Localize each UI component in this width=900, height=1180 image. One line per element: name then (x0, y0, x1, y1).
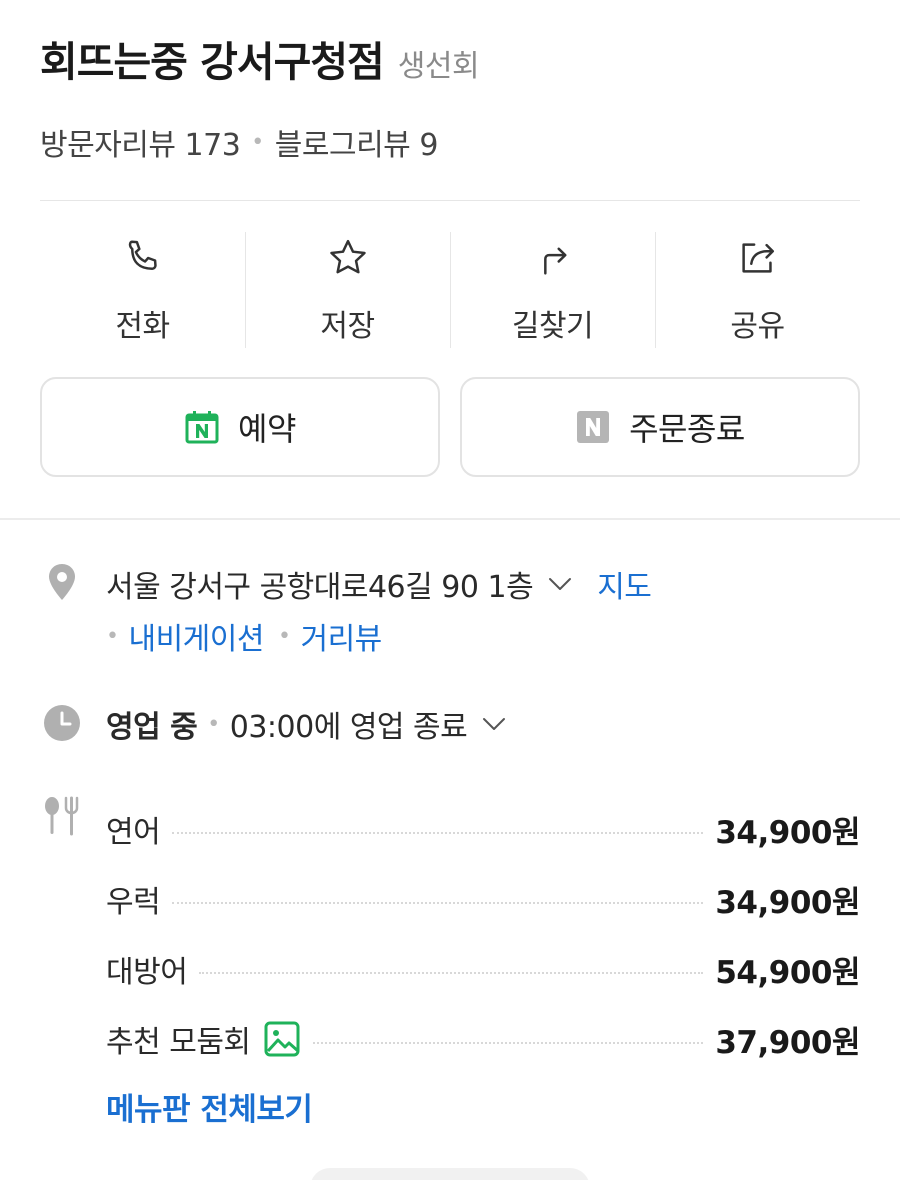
location-pin-icon (49, 564, 75, 600)
save-button[interactable]: 저장 (245, 232, 450, 348)
place-header: 회뜨는중 강서구청점 생선회 방문자리뷰 173 • 블로그리뷰 9 (40, 28, 860, 164)
navigation-link[interactable]: 내비게이션 (128, 614, 264, 658)
place-name: 회뜨는중 강서구청점 (40, 38, 385, 86)
separator-dot: • (251, 129, 264, 155)
menu-section: 연어 34,900원 우럭 34,900원 대방어 54,900원 추천 모둠회 (40, 794, 860, 1129)
call-button[interactable]: 전화 (40, 232, 245, 348)
action-label-call: 전화 (115, 309, 170, 344)
reserve-button[interactable]: 예약 (40, 377, 440, 477)
hours-toggle[interactable]: 영업 중 • 03:00에 영업 종료 (106, 702, 531, 746)
menu-item-price: 34,900원 (715, 884, 860, 921)
action-label-directions: 길찾기 (511, 309, 594, 344)
menu-item[interactable]: 대방어 54,900원 (106, 934, 860, 1004)
dotted-leader (312, 1042, 704, 1044)
separator-dot: • (207, 711, 220, 737)
naver-order-icon (577, 411, 610, 443)
cutlery-icon (45, 796, 79, 836)
divider (40, 200, 860, 201)
reserve-label: 예약 (238, 410, 296, 448)
menu-item-name: 추천 모둠회 (106, 1025, 251, 1060)
streetview-link[interactable]: 거리뷰 (300, 614, 382, 658)
menu-item[interactable]: 연어 34,900원 (106, 794, 860, 864)
action-label-save: 저장 (320, 309, 375, 344)
action-bar: 전화 저장 길찾기 공유 (40, 232, 860, 348)
menu-item-price: 54,900원 (715, 954, 860, 991)
directions-icon (543, 247, 567, 275)
menu-item-name-wrap: 추천 모둠회 (106, 1017, 301, 1061)
phone-icon (128, 240, 157, 270)
dotted-leader (199, 972, 704, 974)
directions-button[interactable]: 길찾기 (450, 232, 655, 348)
menu-item-name: 연어 (106, 815, 161, 850)
more-info-pill[interactable] (310, 1168, 590, 1180)
separator-dot: • (277, 623, 291, 649)
menu-item-name: 대방어 (106, 955, 188, 990)
open-status: 영업 중 (106, 710, 198, 745)
dotted-leader (172, 832, 704, 834)
blog-reviews-link[interactable]: 블로그리뷰 9 (275, 120, 439, 164)
menu-item-price: 37,900원 (715, 1024, 860, 1061)
closing-time: 03:00에 영업 종료 (229, 710, 468, 745)
image-icon[interactable] (263, 1020, 301, 1058)
address-text: 서울 강서구 공항대로46길 90 1층 (106, 570, 534, 605)
order-label: 주문종료 (629, 410, 745, 448)
menu-item-price: 34,900원 (715, 814, 860, 851)
action-label-share: 공유 (730, 309, 785, 344)
section-divider (0, 518, 900, 520)
review-summary: 방문자리뷰 173 • 블로그리뷰 9 (40, 120, 860, 164)
booking-buttons: 예약 주문종료 (40, 377, 860, 477)
menu-item[interactable]: 우럭 34,900원 (106, 864, 860, 934)
share-icon (741, 243, 774, 273)
chevron-down-icon[interactable] (545, 569, 575, 599)
place-category: 생선회 (397, 49, 480, 84)
menu-item[interactable]: 추천 모둠회 37,900원 (106, 1004, 860, 1074)
clock-icon (44, 705, 80, 741)
order-button[interactable]: 주문종료 (460, 377, 860, 477)
separator-dot: • (106, 623, 119, 649)
star-icon (329, 239, 366, 274)
share-button[interactable]: 공유 (655, 232, 860, 348)
naver-booking-icon (185, 411, 219, 444)
visitor-reviews-link[interactable]: 방문자리뷰 173 (40, 120, 241, 164)
menu-item-name: 우럭 (106, 885, 161, 920)
map-link[interactable]: 지도 (597, 562, 652, 606)
chevron-down-icon (483, 718, 506, 730)
view-full-menu-link[interactable]: 메뉴판 전체보기 (106, 1084, 860, 1129)
dotted-leader (172, 902, 704, 904)
